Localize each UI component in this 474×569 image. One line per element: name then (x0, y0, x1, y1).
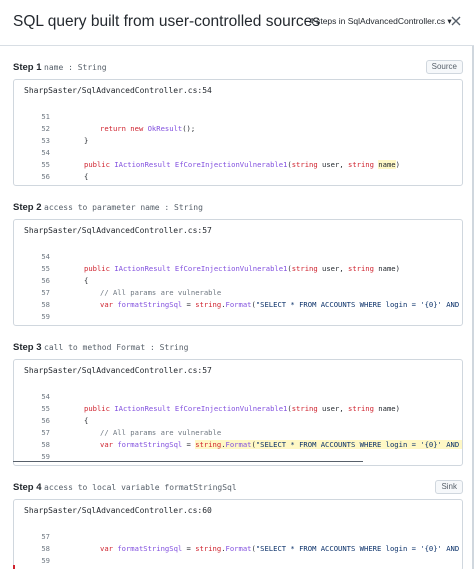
divider (13, 461, 363, 462)
code-line: 58 (14, 531, 462, 553)
error-marker (13, 565, 15, 569)
step-3-header: Step 3 call to method Format : String (13, 340, 463, 356)
step-number: Step 3 (13, 342, 42, 353)
step-3-code-snippet: SharpSaster/SqlAdvancedController.cs:57 … (13, 359, 463, 466)
step-description: access to local variable formatStringSql (44, 483, 237, 492)
code-line: 57 var formatStringSql = string.Format("… (14, 171, 462, 185)
close-icon[interactable] (449, 14, 463, 28)
steps-dropdown[interactable]: 4 steps in SqlAdvancedController.cs ▾ (309, 16, 452, 27)
code-text: _context.Accounts (100, 463, 174, 465)
step-description: name : String (44, 63, 107, 72)
code-line: 51 return new OkResult(); (14, 99, 462, 133)
line-number: 57 (22, 183, 50, 185)
step-number: Step 4 (13, 482, 42, 493)
code-line: 60 .FromSqlRaw(formatStringSql); (14, 311, 462, 325)
code-line: 54 public IActionResult EfCoreInjectionV… (14, 135, 462, 169)
step-description: access to parameter name : String (44, 203, 203, 212)
step-number: Step 2 (13, 202, 42, 213)
code-line: 52 } (14, 111, 462, 145)
code-line: 58 (14, 427, 462, 449)
step-number: Step 1 (13, 62, 42, 73)
step-description: call to method Format : String (44, 343, 189, 352)
file-location-link[interactable]: SharpSaster/SqlAdvancedController.cs:57 (24, 366, 212, 375)
page-title: SQL query built from user-controlled sou… (13, 13, 320, 30)
code-line: 60 .FromSqlRaw(formatStringSql); (14, 555, 462, 569)
code-line: 55 { (14, 391, 462, 425)
code-line: 57 var formatStringSql = string.Format("… (14, 415, 462, 449)
code-line: 53 (14, 123, 462, 145)
code-line: 54 public IActionResult EfCoreInjectionV… (14, 239, 462, 273)
code-line: 59 _context.Accounts (14, 299, 462, 325)
code-line: 56 // All params are vulnerable (14, 159, 462, 185)
code-line: 58 (14, 287, 462, 309)
line-number: 60 (22, 463, 50, 465)
file-location-link[interactable]: SharpSaster/SqlAdvancedController.cs:60 (24, 506, 212, 515)
dialog-header: SQL query built from user-controlled sou… (0, 0, 474, 46)
step-1-code-snippet: SharpSaster/SqlAdvancedController.cs:54 … (13, 79, 463, 186)
code-line: 54 public IActionResult EfCoreInjectionV… (14, 379, 462, 413)
source-badge: Source (425, 60, 463, 74)
code-line: 57 var formatStringSql = string.Format("… (14, 519, 462, 553)
code-line: 56 // All params are vulnerable (14, 403, 462, 437)
step-4-header: Step 4 access to local variable formatSt… (13, 480, 463, 496)
code-line: 55 { (14, 147, 462, 181)
code-line: 59 _context.Accounts (14, 439, 462, 465)
step-1-header: Step 1 name : String Source (13, 60, 463, 76)
step-2-header: Step 2 access to parameter name : String (13, 200, 463, 216)
code-text: // All params are vulnerable (100, 183, 221, 185)
step-4-code-snippet: SharpSaster/SqlAdvancedController.cs:60 … (13, 499, 463, 569)
step-2-code-snippet: SharpSaster/SqlAdvancedController.cs:57 … (13, 219, 463, 326)
code-line: 59 _context.Accounts (14, 543, 462, 569)
code-text: _context.Accounts (100, 323, 174, 325)
file-location-link[interactable]: SharpSaster/SqlAdvancedController.cs:57 (24, 226, 212, 235)
line-number: 60 (22, 323, 50, 325)
code-line: 55 { (14, 251, 462, 285)
code-line: 56 // All params are vulnerable (14, 263, 462, 297)
code-line: 57 var formatStringSql = string.Format("… (14, 275, 462, 309)
sink-badge: Sink (435, 480, 463, 494)
file-location-link[interactable]: SharpSaster/SqlAdvancedController.cs:54 (24, 86, 212, 95)
